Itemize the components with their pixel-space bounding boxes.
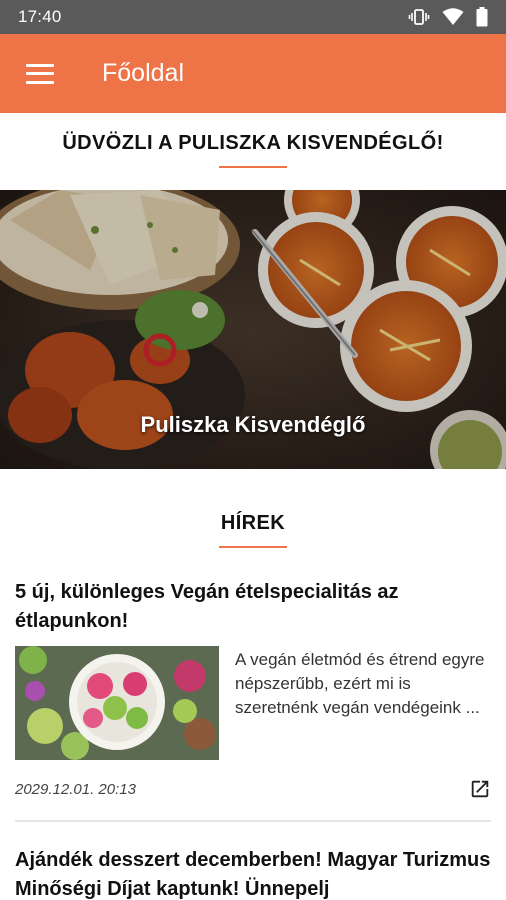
article-thumbnail[interactable] <box>15 646 219 760</box>
vegan-salad-image <box>15 646 219 760</box>
article-title[interactable]: Ajándék desszert decemberben! Magyar Tur… <box>15 846 491 900</box>
article-title[interactable]: 5 új, különleges Vegán ételspecialitás a… <box>15 578 491 636</box>
status-icons <box>408 7 488 27</box>
welcome-heading: ÜDVÖZLI A PULISZKA KISVENDÉGLŐ! <box>62 132 444 154</box>
battery-icon <box>476 7 488 27</box>
news-article[interactable]: Ajándék desszert decemberben! Magyar Tur… <box>15 846 491 900</box>
news-article[interactable]: 5 új, különleges Vegán ételspecialitás a… <box>15 578 491 822</box>
status-bar: 17:40 <box>0 0 506 34</box>
article-date: 2029.12.01. 20:13 <box>15 780 136 798</box>
news-section-header: HÍREK <box>0 469 506 548</box>
article-excerpt: A vegán életmód és étrend egyre népszerű… <box>235 650 485 717</box>
open-in-new-icon[interactable] <box>469 778 491 800</box>
app-bar: Főoldal <box>0 34 506 113</box>
welcome-underline <box>219 166 287 168</box>
news-list: 5 új, különleges Vegán ételspecialitás a… <box>0 578 506 900</box>
wifi-icon <box>442 8 464 25</box>
page-title: Főoldal <box>102 59 184 87</box>
menu-icon[interactable] <box>26 63 54 84</box>
status-time: 17:40 <box>18 7 62 26</box>
news-underline <box>219 546 287 548</box>
hero-banner[interactable]: Puliszka Kisvendéglő <box>0 190 506 469</box>
article-meta: 2029.12.01. 20:13 <box>15 778 491 800</box>
news-heading: HÍREK <box>220 512 286 534</box>
article-body: A vegán életmód és étrend egyre népszerű… <box>15 646 491 760</box>
hero-caption: Puliszka Kisvendéglő <box>140 412 366 437</box>
vibrate-icon <box>408 9 430 25</box>
article-divider <box>15 820 491 822</box>
welcome-section: ÜDVÖZLI A PULISZKA KISVENDÉGLŐ! <box>0 113 506 190</box>
